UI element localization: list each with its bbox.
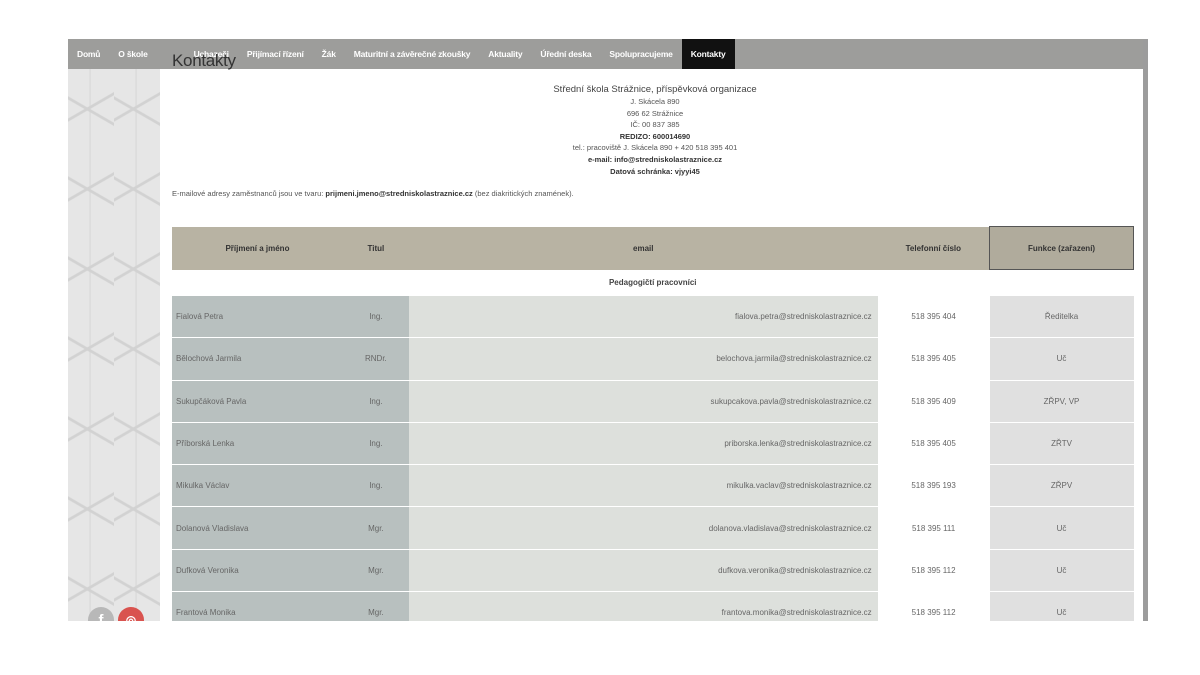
cell-phone: 518 395 409 bbox=[877, 380, 990, 423]
cell-title: Ing. bbox=[342, 464, 409, 508]
staff-table: Příjmení a jméno Titul email Telefonní č… bbox=[172, 226, 1134, 621]
nav-item-home[interactable]: Domů bbox=[68, 39, 109, 69]
nav-item-partners[interactable]: Spolupracujeme bbox=[600, 39, 681, 69]
nav-item-student[interactable]: Žák bbox=[313, 39, 345, 69]
table-row: Dufková Veronika Mgr. dufkova.veronika@s… bbox=[172, 549, 1134, 593]
cell-name: Frantová Monika bbox=[172, 591, 343, 621]
cell-title: Ing. bbox=[342, 380, 409, 423]
cell-name: Fialová Petra bbox=[172, 295, 343, 339]
note-format: prijmeni.jmeno@stredniskolastraznice.cz bbox=[325, 189, 473, 199]
address-databox: Datová schránka: vjyyi45 bbox=[610, 166, 700, 176]
nav-item-news[interactable]: Aktuality bbox=[479, 39, 531, 69]
note-suffix: (bez diakritických znamének). bbox=[472, 189, 574, 199]
cell-function: ZŘPV bbox=[989, 464, 1134, 508]
cell-title: Mgr. bbox=[342, 506, 409, 550]
cell-title: Mgr. bbox=[342, 591, 409, 621]
cell-function: Uč bbox=[989, 591, 1134, 621]
cell-title: Ing. bbox=[342, 422, 409, 466]
cell-name: Dufková Veronika bbox=[172, 549, 343, 593]
address-city: 696 62 Strážnice bbox=[626, 108, 684, 118]
cell-function: Uč bbox=[989, 337, 1134, 381]
cell-title: Mgr. bbox=[342, 549, 409, 593]
table-row: Sukupčáková Pavla Ing. sukupcakova.pavla… bbox=[172, 380, 1134, 423]
cell-function: Uč bbox=[989, 549, 1134, 593]
nav-item-exams[interactable]: Maturitní a závěrečné zkoušky bbox=[345, 39, 480, 69]
header-name: Příjmení a jméno bbox=[172, 226, 343, 270]
cell-function: ZŘPV, VP bbox=[989, 380, 1134, 423]
table-header-row: Příjmení a jméno Titul email Telefonní č… bbox=[172, 226, 1134, 270]
cell-function: Ředitelka bbox=[989, 295, 1134, 339]
address-email[interactable]: e-mail: info@stredniskolastraznice.cz bbox=[588, 155, 722, 164]
main-content: Střední škola Strážnice, příspěvková org… bbox=[172, 69, 1138, 198]
nav-item-notice-board[interactable]: Úřední deska bbox=[531, 39, 600, 69]
cell-name: Bělochová Jarmila bbox=[172, 337, 343, 381]
header-email: email bbox=[408, 226, 878, 270]
cell-email[interactable]: sukupcakova.pavla@stredniskolastraznice.… bbox=[408, 380, 878, 423]
cell-name: Dolanová Vladislava bbox=[172, 506, 343, 550]
cell-title: Ing. bbox=[342, 295, 409, 339]
table-row: Příborská Lenka Ing. priborska.lenka@str… bbox=[172, 422, 1134, 466]
cell-name: Příborská Lenka bbox=[172, 422, 343, 466]
table-row: Bělochová Jarmila RNDr. belochova.jarmil… bbox=[172, 337, 1134, 381]
header-function: Funkce (zařazení) bbox=[989, 226, 1134, 270]
cell-phone: 518 395 111 bbox=[877, 506, 990, 550]
table-row: Fialová Petra Ing. fialova.petra@stredni… bbox=[172, 295, 1134, 339]
cell-email[interactable]: fialova.petra@stredniskolastraznice.cz bbox=[408, 295, 878, 339]
cell-phone: 518 395 405 bbox=[877, 337, 990, 381]
address-tel: tel.: pracoviště J. Skácela 890 + 420 51… bbox=[572, 143, 738, 153]
table-row: Frantová Monika Mgr. frantova.monika@str… bbox=[172, 591, 1134, 621]
cell-name: Mikulka Václav bbox=[172, 464, 343, 508]
cell-name: Sukupčáková Pavla bbox=[172, 380, 343, 423]
note-prefix: E-mailové adresy zaměstnanců jsou ve tva… bbox=[172, 189, 326, 199]
header-title: Titul bbox=[342, 226, 409, 270]
cell-phone: 518 395 193 bbox=[877, 464, 990, 508]
cell-email[interactable]: belochova.jarmila@stredniskolastraznice.… bbox=[408, 337, 878, 381]
table-row: Mikulka Václav Ing. mikulka.vaclav@stred… bbox=[172, 464, 1134, 508]
browser-viewport: Domů O škole Uchazeči Přijímací řízení Ž… bbox=[68, 39, 1148, 621]
cell-phone: 518 395 405 bbox=[877, 422, 990, 466]
cell-function: ZŘTV bbox=[989, 422, 1134, 466]
nav-item-about[interactable]: O škole bbox=[109, 39, 156, 69]
nav-item-admission[interactable]: Přijímací řízení bbox=[238, 39, 313, 69]
nav-item-contacts[interactable]: Kontakty bbox=[681, 39, 735, 69]
address-ic: IČ: 00 837 385 bbox=[630, 120, 680, 130]
section-row: Pedagogičtí pracovníci bbox=[172, 269, 1134, 296]
cell-email[interactable]: priborska.lenka@stredniskolastraznice.cz bbox=[408, 422, 878, 466]
scrollbar[interactable] bbox=[1143, 39, 1148, 621]
address-street: J. Skácela 890 bbox=[630, 97, 680, 106]
section-title: Pedagogičtí pracovníci bbox=[172, 269, 1134, 296]
page-title: Kontakty bbox=[172, 51, 236, 70]
cell-email[interactable]: dolanova.vladislava@stredniskolastraznic… bbox=[408, 506, 878, 550]
header-phone: Telefonní číslo bbox=[877, 226, 990, 270]
email-format-note: E-mailové adresy zaměstnanců jsou ve tva… bbox=[172, 189, 1138, 198]
social-links: f ◎ bbox=[88, 607, 144, 621]
school-name: Střední škola Strážnice, příspěvková org… bbox=[553, 84, 757, 95]
cell-phone: 518 395 404 bbox=[877, 295, 990, 339]
table-row: Dolanová Vladislava Mgr. dolanova.vladis… bbox=[172, 506, 1134, 550]
cell-phone: 518 395 112 bbox=[877, 591, 990, 621]
cell-email[interactable]: mikulka.vaclav@stredniskolastraznice.cz bbox=[408, 464, 878, 508]
school-address: Střední škola Strážnice, příspěvková org… bbox=[172, 83, 1138, 177]
facebook-icon[interactable]: f bbox=[88, 607, 114, 621]
cell-function: Uč bbox=[989, 506, 1134, 550]
instagram-icon[interactable]: ◎ bbox=[118, 607, 144, 621]
cell-email[interactable]: dufkova.veronika@stredniskolastraznice.c… bbox=[408, 549, 878, 593]
cell-title: RNDr. bbox=[342, 337, 409, 381]
address-redizo: REDIZO: 600014690 bbox=[619, 131, 691, 141]
cell-phone: 518 395 112 bbox=[877, 549, 990, 593]
decorative-sidebar: f ◎ bbox=[68, 69, 160, 621]
cell-email[interactable]: frantova.monika@stredniskolastraznice.cz bbox=[408, 591, 878, 621]
